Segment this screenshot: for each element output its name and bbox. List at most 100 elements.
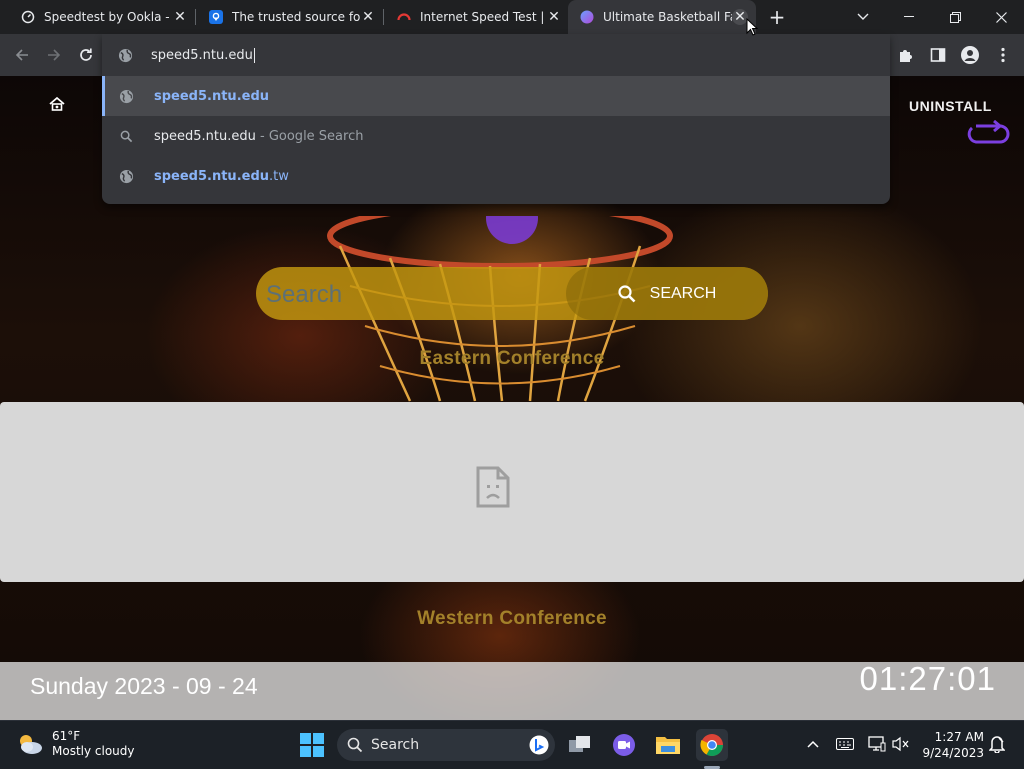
eastern-conference-heading: Eastern Conference: [419, 348, 605, 369]
globe-icon: [119, 89, 133, 103]
search-button-label: SEARCH: [649, 284, 717, 302]
bing-icon: [529, 735, 549, 755]
video-chat-icon: [613, 734, 635, 756]
profile-button[interactable]: [957, 42, 983, 68]
loop-icon[interactable]: [966, 120, 1010, 146]
clock-display: 01:27:01: [859, 660, 996, 697]
suggestion-item[interactable]: speed5.ntu.edu .tw: [102, 156, 890, 196]
restore-button[interactable]: [932, 0, 978, 34]
chevron-up-icon: [807, 740, 819, 748]
tab-title: Ultimate Basketball Fan: [603, 10, 732, 24]
notification-bell-icon: [989, 736, 1005, 753]
tab-search-button[interactable]: [840, 0, 886, 34]
home-icon[interactable]: [48, 96, 66, 112]
back-button[interactable]: [9, 42, 35, 68]
network-icon: [868, 736, 886, 752]
side-panel-button[interactable]: [925, 42, 951, 68]
network-tray-button[interactable]: [866, 733, 888, 755]
search-input[interactable]: [256, 267, 578, 320]
file-explorer-button[interactable]: [652, 729, 684, 761]
close-icon: [995, 11, 1007, 23]
system-clock[interactable]: 1:27 AM 9/24/2023: [918, 729, 984, 761]
date-time-bar: Sunday 2023 - 09 - 24 01:27:01: [0, 660, 1024, 720]
western-conference-heading: Western Conference: [417, 608, 607, 629]
puzzle-icon: [900, 50, 912, 62]
embedded-frame-panel: [0, 402, 1024, 582]
chevron-down-icon: [857, 13, 869, 20]
system-time: 1:27 AM: [934, 730, 984, 744]
speedtest-icon: [21, 10, 35, 24]
search-icon: [618, 284, 636, 302]
omnibox-dropdown: speed5.ntu.edu speed5.ntu.edu speed5.ntu…: [102, 34, 890, 204]
windows-taskbar: 61°F Mostly cloudy Search 1:27 AM 9/24/2…: [0, 720, 1024, 769]
chrome-icon: [700, 734, 723, 756]
cloudy-weather-icon: [20, 735, 42, 754]
volume-tray-button[interactable]: [890, 733, 912, 755]
side-panel-icon: [930, 48, 946, 62]
tab-title: Internet Speed Test | Fa: [420, 10, 546, 24]
notifications-button[interactable]: [986, 733, 1008, 755]
date-display: Sunday 2023 - 09 - 24: [30, 673, 258, 699]
task-view-button[interactable]: [564, 729, 596, 761]
teams-chat-button[interactable]: [608, 729, 640, 761]
taskbar-search-label: Search: [371, 737, 420, 753]
weather-temperature: 61°F: [52, 729, 81, 743]
keyboard-icon: [836, 738, 854, 750]
globe-icon: [118, 48, 133, 62]
tab-trusted-source[interactable]: The trusted source for I ✕: [188, 0, 384, 34]
reload-button[interactable]: [73, 42, 99, 68]
restore-icon: [949, 11, 961, 23]
kebab-menu-icon: [1001, 47, 1005, 63]
suggestion-query: speed5.ntu.edu: [154, 128, 256, 144]
suggestion-url-match: speed5.ntu.edu: [154, 168, 270, 184]
extensions-button[interactable]: [893, 42, 919, 68]
reload-icon: [80, 48, 92, 61]
tab-close-icon[interactable]: ✕: [172, 9, 188, 25]
omnibox-input-text[interactable]: speed5.ntu.edu: [151, 48, 253, 63]
system-date: 9/24/2023: [922, 746, 984, 760]
taskbar-search-box[interactable]: Search: [337, 729, 555, 761]
fast-speed-icon: [397, 13, 411, 21]
weather-widget[interactable]: 61°F Mostly cloudy: [16, 729, 135, 759]
show-hidden-icons-button[interactable]: [802, 733, 824, 755]
suggestion-source: - Google Search: [255, 128, 364, 144]
search-bar: SEARCH: [256, 267, 768, 320]
tab-close-icon[interactable]: ✕: [546, 9, 562, 25]
globe-icon: [119, 169, 133, 183]
basketball-icon: [580, 10, 594, 24]
location-pin-icon: [209, 10, 223, 24]
task-view-icon: [569, 736, 590, 752]
omnibox[interactable]: speed5.ntu.edu: [102, 34, 890, 76]
close-window-button[interactable]: [978, 0, 1024, 34]
uninstall-link[interactable]: UNINSTALL: [909, 98, 992, 114]
search-icon: [120, 130, 132, 142]
arrow-left-icon: [15, 49, 28, 61]
minimize-button[interactable]: [886, 0, 932, 34]
new-tab-button[interactable]: +: [766, 5, 788, 29]
tab-title: Speedtest by Ookla - Th: [44, 10, 172, 24]
suggestion-item[interactable]: speed5.ntu.edu - Google Search: [102, 116, 890, 156]
weather-description: Mostly cloudy: [52, 744, 135, 758]
start-button[interactable]: [296, 729, 328, 761]
search-icon: [347, 737, 363, 753]
chrome-menu-button[interactable]: [990, 42, 1016, 68]
tab-fast-speed[interactable]: Internet Speed Test | Fa ✕: [376, 0, 570, 34]
tab-speedtest[interactable]: Speedtest by Ookla - Th ✕: [0, 0, 196, 34]
search-button[interactable]: SEARCH: [566, 267, 768, 320]
tab-strip: Speedtest by Ookla - Th ✕ The trusted so…: [0, 0, 1024, 34]
arrow-right-icon: [48, 49, 61, 61]
windows-logo-icon: [300, 733, 324, 757]
broken-page-icon: [476, 466, 510, 508]
suggestion-url-match: speed5.ntu.edu: [154, 88, 270, 104]
chrome-taskbar-button[interactable]: [696, 729, 728, 761]
minimize-icon: [904, 16, 914, 17]
tab-title: The trusted source for I: [232, 10, 360, 24]
muted-speaker-icon: [892, 736, 909, 752]
mouse-cursor-icon: [746, 18, 758, 36]
keyboard-tray-button[interactable]: [834, 733, 856, 755]
profile-icon: [961, 46, 979, 64]
tab-basketball[interactable]: Ultimate Basketball Fan ✕: [568, 0, 756, 34]
tab-close-icon[interactable]: ✕: [360, 9, 376, 25]
forward-button[interactable]: [41, 42, 67, 68]
suggestion-item[interactable]: speed5.ntu.edu: [102, 76, 890, 116]
